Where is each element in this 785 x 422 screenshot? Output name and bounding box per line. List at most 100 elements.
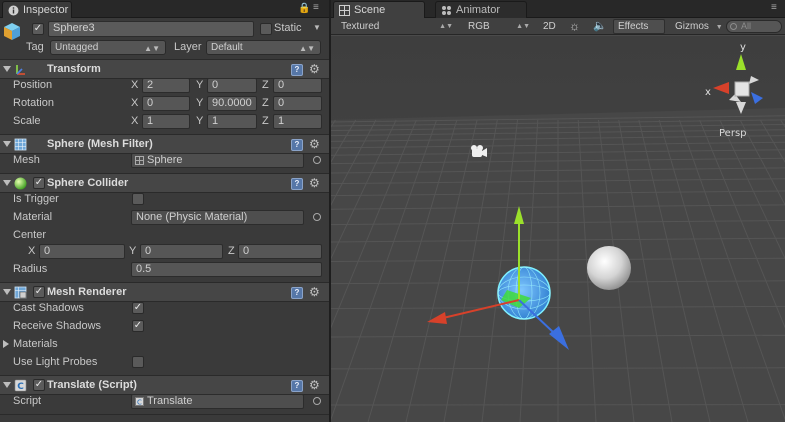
scale-label: Scale (13, 115, 41, 127)
center-label: Center (13, 229, 47, 241)
search-icon (730, 23, 737, 30)
chevron-down-icon: ▲▼ (516, 23, 530, 30)
radius-input[interactable]: 0.5 (131, 262, 322, 277)
foldout-arrow-icon[interactable] (3, 289, 11, 295)
object-picker-icon[interactable] (313, 156, 321, 164)
object-picker-icon[interactable] (313, 397, 321, 405)
render-mode-value: Textured (341, 21, 380, 32)
speaker-icon[interactable]: 🔈 (589, 19, 611, 34)
color-mode-dropdown[interactable]: RGB ▲▼ (464, 19, 532, 34)
chevron-down-icon: ▼ (715, 24, 723, 31)
x-label: X (131, 97, 139, 109)
help-icon[interactable]: ? (291, 139, 303, 151)
sphere-collider-enabled-checkbox[interactable]: ✓ (33, 177, 45, 189)
foldout-arrow-icon[interactable] (3, 66, 11, 72)
gameobject-name-input[interactable]: Sphere3 (48, 21, 254, 37)
gizmos-dropdown[interactable]: Gizmos ▼ (671, 19, 727, 34)
position-label: Position (13, 79, 53, 91)
scale-z-input[interactable]: 1 (273, 114, 322, 129)
tab-scene[interactable]: Scene (333, 1, 425, 18)
position-x-input[interactable]: 2 (142, 78, 190, 93)
tab-inspector-label: Inspector (23, 4, 69, 16)
tab-animator-label: Animator (456, 4, 501, 16)
is-trigger-label: Is Trigger (13, 193, 59, 205)
mesh-object-field[interactable]: Sphere (131, 153, 304, 168)
position-y-input[interactable]: 0 (207, 78, 257, 93)
sphere-object[interactable] (587, 246, 631, 290)
center-x-input[interactable]: 0 (39, 244, 125, 259)
gizmo-y-label: y (740, 42, 746, 53)
receive-shadows-checkbox[interactable]: ✓ (132, 320, 144, 332)
gear-icon[interactable]: ⚙ (309, 137, 320, 151)
gameobject-active-checkbox[interactable]: ✓ (32, 23, 44, 35)
materials-foldout-icon[interactable] (3, 340, 9, 348)
is-trigger-checkbox[interactable] (132, 193, 144, 205)
static-dropdown-arrow-icon[interactable]: ▼ (313, 23, 321, 32)
sphere-collider-component-header[interactable]: ✓ Sphere Collider ? ⚙ (0, 173, 329, 193)
gizmo-x-label: x (705, 87, 711, 98)
gizmo-center-cube[interactable] (734, 81, 750, 97)
gear-icon[interactable]: ⚙ (309, 176, 320, 190)
2d-toggle-button[interactable]: 2D (539, 19, 560, 34)
y-label: Y (196, 97, 204, 109)
scene-toolbar: Textured ▲▼ RGB ▲▼ 2D ☼ 🔈 Effects ▼ Gizm… (331, 18, 785, 44)
script-object-field[interactable]: C Translate (131, 394, 304, 409)
mesh-filter-component-header[interactable]: Sphere (Mesh Filter) ? ⚙ (0, 134, 329, 154)
help-icon[interactable]: ? (291, 178, 303, 190)
transform-component-header[interactable]: Transform ? ⚙ (0, 59, 329, 79)
cast-shadows-checkbox[interactable]: ✓ (132, 302, 144, 314)
mesh-filter-title: Sphere (Mesh Filter) (47, 138, 153, 150)
tag-dropdown[interactable]: Untagged ▲▼ (50, 40, 166, 55)
scale-x-input[interactable]: 1 (142, 114, 190, 129)
inspector-panel: Inspector 🔒 ≡ ✓ Sphere3 Static ▼ Tag Unt… (0, 0, 329, 422)
object-picker-icon[interactable] (313, 213, 321, 221)
x-label: X (28, 245, 36, 257)
help-icon[interactable]: ? (291, 380, 303, 392)
foldout-arrow-icon[interactable] (3, 382, 11, 388)
help-icon[interactable]: ? (291, 64, 303, 76)
tag-value: Untagged (55, 42, 99, 53)
x-label: X (131, 115, 139, 127)
help-icon[interactable]: ? (291, 287, 303, 299)
layer-dropdown[interactable]: Default ▲▼ (206, 40, 321, 55)
translate-script-component-header[interactable]: C ✓ Translate (Script) ? ⚙ (0, 375, 329, 395)
translate-script-enabled-checkbox[interactable]: ✓ (33, 379, 45, 391)
mesh-label: Mesh (13, 154, 40, 166)
mesh-renderer-icon (14, 286, 27, 299)
search-input[interactable]: All (726, 20, 782, 33)
material-object-field[interactable]: None (Physic Material) (131, 210, 304, 225)
position-z-input[interactable]: 0 (273, 78, 322, 93)
panel-menu-icon[interactable]: ≡ (771, 2, 777, 13)
center-y-input[interactable]: 0 (140, 244, 223, 259)
tab-inspector[interactable]: Inspector (2, 1, 72, 18)
static-checkbox[interactable] (260, 23, 272, 35)
selected-sphere[interactable] (497, 266, 551, 320)
rotation-z-input[interactable]: 0 (273, 96, 322, 111)
sun-icon[interactable]: ☼ (565, 19, 584, 34)
svg-text:C: C (137, 399, 142, 407)
projection-label[interactable]: Persp (719, 128, 747, 139)
gear-icon[interactable]: ⚙ (309, 285, 320, 299)
foldout-arrow-icon[interactable] (3, 180, 11, 186)
panel-menu-icon[interactable]: ≡ (313, 2, 319, 13)
rotation-x-input[interactable]: 0 (142, 96, 190, 111)
color-mode-value: RGB (468, 21, 490, 32)
materials-label[interactable]: Materials (13, 338, 58, 350)
foldout-arrow-icon[interactable] (3, 141, 11, 147)
center-z-input[interactable]: 0 (238, 244, 322, 259)
tab-animator[interactable]: Animator (435, 1, 527, 18)
gear-icon[interactable]: ⚙ (309, 62, 320, 76)
mesh-renderer-component-header[interactable]: ✓ Mesh Renderer ? ⚙ (0, 282, 329, 302)
gear-icon[interactable]: ⚙ (309, 378, 320, 392)
use-light-probes-checkbox[interactable] (132, 356, 144, 368)
effects-dropdown[interactable]: Effects ▼ (613, 19, 665, 44)
tab-scene-label: Scene (354, 4, 386, 16)
gameobject-cube-icon (4, 23, 20, 40)
lock-icon[interactable]: 🔒 (298, 3, 310, 14)
layer-label: Layer (174, 41, 202, 53)
rotation-y-input[interactable]: 90.0000 (207, 96, 257, 111)
scale-y-input[interactable]: 1 (207, 114, 257, 129)
mesh-renderer-enabled-checkbox[interactable]: ✓ (33, 286, 45, 298)
scene-viewport[interactable]: y x Persp (331, 36, 785, 422)
render-mode-dropdown[interactable]: Textured ▲▼ (337, 19, 455, 34)
